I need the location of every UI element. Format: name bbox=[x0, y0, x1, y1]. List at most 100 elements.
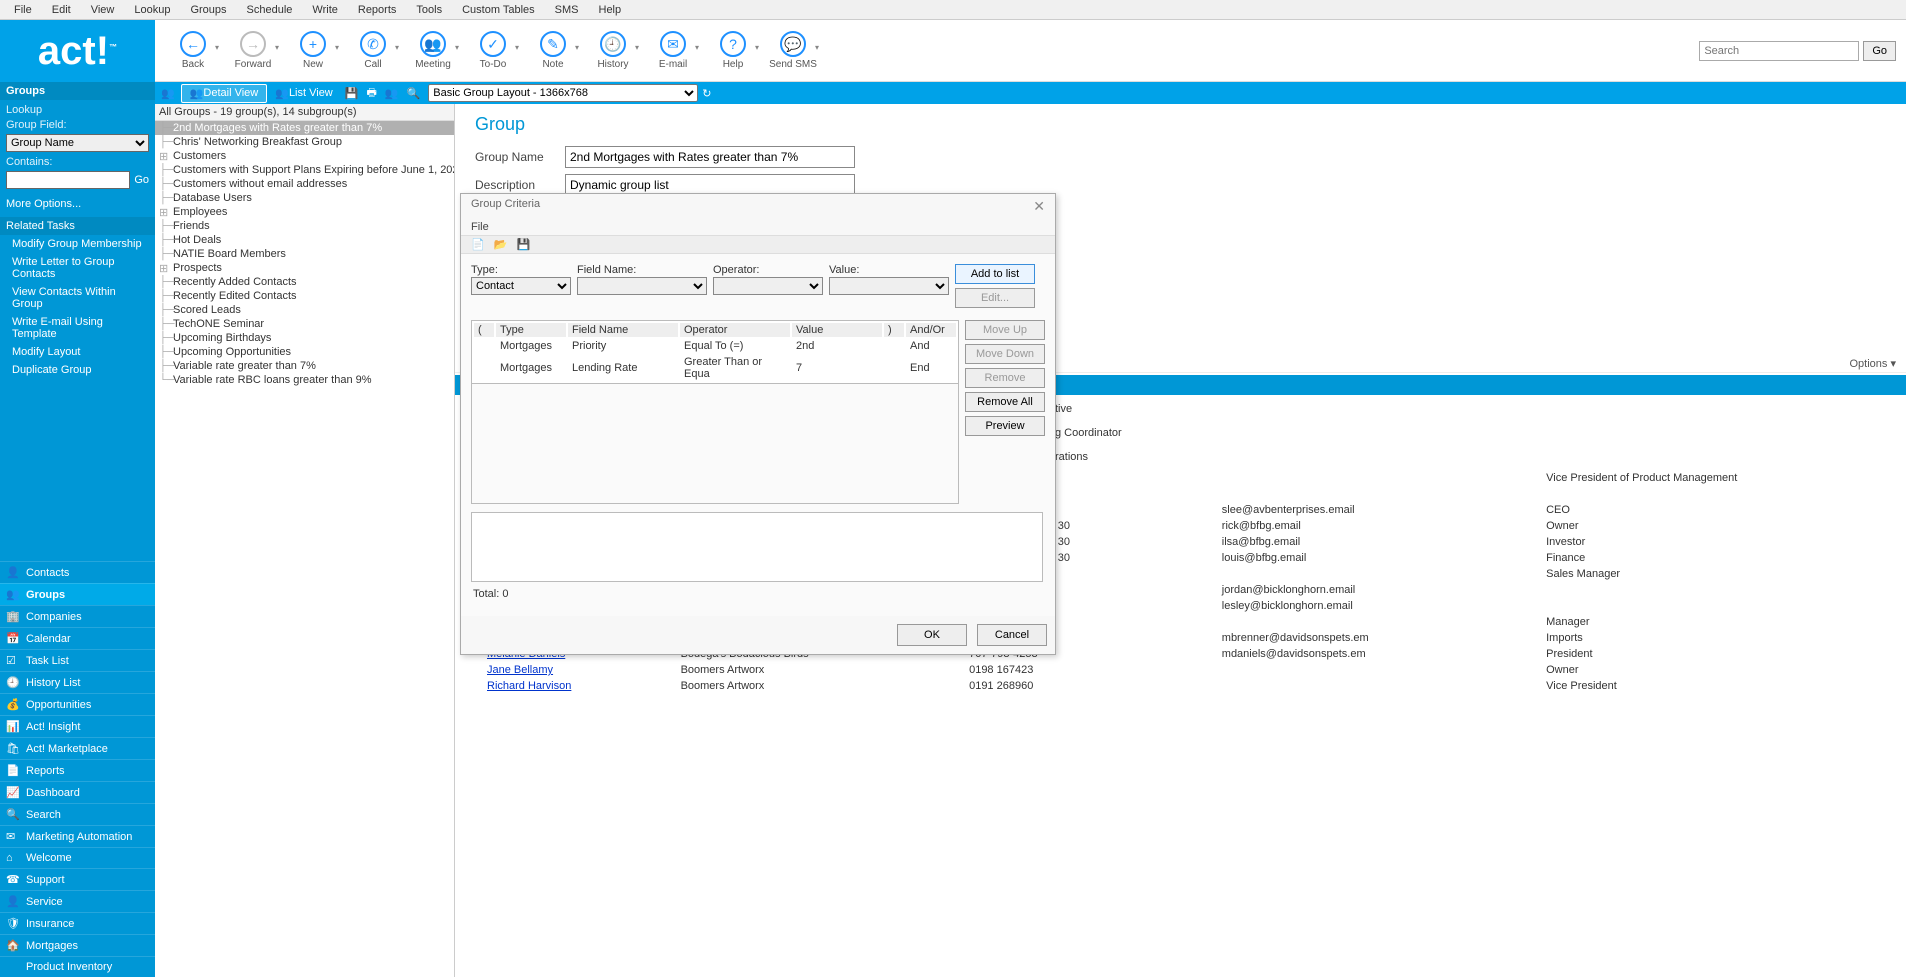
nav-insurance[interactable]: 🛡Insurance bbox=[0, 912, 155, 934]
nav-mortgages[interactable]: 🏠Mortgages bbox=[0, 934, 155, 956]
detail-view-button[interactable]: 👥 Detail View bbox=[181, 84, 268, 103]
menu-write[interactable]: Write bbox=[302, 2, 347, 17]
nav-welcome[interactable]: ⌂Welcome bbox=[0, 847, 155, 868]
close-icon[interactable]: ✕ bbox=[1033, 198, 1045, 215]
nav-contacts[interactable]: 👤Contacts bbox=[0, 561, 155, 583]
nav-groups[interactable]: 👥Groups bbox=[0, 583, 155, 605]
nav-opportunities[interactable]: 💰Opportunities bbox=[0, 693, 155, 715]
refresh-icon[interactable]: ↻ bbox=[702, 87, 711, 100]
task-view-contacts-within-group[interactable]: View Contacts Within Group bbox=[0, 283, 155, 313]
open-file-icon[interactable]: 📂 bbox=[494, 239, 508, 251]
move-up-button[interactable]: Move Up bbox=[965, 320, 1045, 340]
toolbar-history-button[interactable]: 🕘History▾ bbox=[585, 23, 641, 79]
nav-task-list[interactable]: ☑Task List bbox=[0, 649, 155, 671]
toolbar-note-button[interactable]: ✎Note▾ bbox=[525, 23, 581, 79]
search-input[interactable] bbox=[1699, 41, 1859, 61]
tree-item[interactable]: Scored Leads bbox=[155, 303, 454, 317]
menu-edit[interactable]: Edit bbox=[42, 2, 81, 17]
nav-search[interactable]: 🔍Search bbox=[0, 803, 155, 825]
menu-help[interactable]: Help bbox=[589, 2, 632, 17]
cancel-button[interactable]: Cancel bbox=[977, 624, 1047, 646]
toolbar-forward-button[interactable]: →Forward▾ bbox=[225, 23, 281, 79]
contains-input[interactable] bbox=[6, 171, 130, 189]
tree-item[interactable]: Customers without email addresses bbox=[155, 177, 454, 191]
groupfield-select[interactable]: Group Name bbox=[6, 134, 149, 152]
task-write-e-mail-using-template[interactable]: Write E-mail Using Template bbox=[0, 313, 155, 343]
move-down-button[interactable]: Move Down bbox=[965, 344, 1045, 364]
toolbar-send-sms-button[interactable]: 💬Send SMS▾ bbox=[765, 23, 821, 79]
people-icon[interactable]: 👥 bbox=[385, 87, 399, 100]
toolbar-call-button[interactable]: ✆Call▾ bbox=[345, 23, 401, 79]
fieldname-select[interactable] bbox=[577, 277, 707, 295]
add-to-list-button[interactable]: Add to list bbox=[955, 264, 1035, 284]
task-duplicate-group[interactable]: Duplicate Group bbox=[0, 361, 155, 379]
preview-button[interactable]: Preview bbox=[965, 416, 1045, 436]
contains-go-button[interactable]: Go bbox=[134, 174, 149, 186]
tree-item[interactable]: Upcoming Birthdays bbox=[155, 331, 454, 345]
group-name-input[interactable] bbox=[565, 146, 855, 168]
save-icon[interactable]: 💾 bbox=[345, 87, 359, 100]
task-modify-group-membership[interactable]: Modify Group Membership bbox=[0, 235, 155, 253]
toolbar-new-button[interactable]: +New▾ bbox=[285, 23, 341, 79]
tree-item[interactable]: Database Users bbox=[155, 191, 454, 205]
tree-item[interactable]: Recently Edited Contacts bbox=[155, 289, 454, 303]
remove-button[interactable]: Remove bbox=[965, 368, 1045, 388]
menu-custom-tables[interactable]: Custom Tables bbox=[452, 2, 545, 17]
list-view-button[interactable]: 👥 List View bbox=[267, 85, 341, 102]
toolbar-to-do-button[interactable]: ✓To-Do▾ bbox=[465, 23, 521, 79]
task-modify-layout[interactable]: Modify Layout bbox=[0, 343, 155, 361]
toolbar-back-button[interactable]: ←Back▾ bbox=[165, 23, 221, 79]
nav-support[interactable]: ☎Support bbox=[0, 868, 155, 890]
operator-select[interactable] bbox=[713, 277, 823, 295]
contact-link[interactable]: Richard Harvison bbox=[487, 680, 571, 692]
nav-history-list[interactable]: 🕘History List bbox=[0, 671, 155, 693]
tree-item[interactable]: Friends bbox=[155, 219, 454, 233]
dialog-file-menu[interactable]: File bbox=[461, 219, 1055, 235]
remove-all-button[interactable]: Remove All bbox=[965, 392, 1045, 412]
contact-link[interactable]: Jane Bellamy bbox=[487, 664, 553, 676]
search-icon[interactable]: 🔍 bbox=[407, 87, 421, 100]
tree-item[interactable]: NATIE Board Members bbox=[155, 247, 454, 261]
criteria-row[interactable]: MortgagesPriorityEqual To (=)2ndAnd bbox=[474, 339, 956, 353]
menu-lookup[interactable]: Lookup bbox=[124, 2, 180, 17]
save-file-icon[interactable]: 💾 bbox=[517, 239, 531, 251]
tree-item[interactable]: Customers bbox=[155, 149, 454, 163]
menu-groups[interactable]: Groups bbox=[180, 2, 236, 17]
menu-sms[interactable]: SMS bbox=[545, 2, 589, 17]
menu-file[interactable]: File bbox=[4, 2, 42, 17]
tree-item[interactable]: 2nd Mortgages with Rates greater than 7% bbox=[155, 121, 454, 135]
contact-row[interactable]: Richard HarvisonBoomers Artworx0191 2689… bbox=[457, 679, 1904, 693]
ok-button[interactable]: OK bbox=[897, 624, 967, 646]
edit-button[interactable]: Edit... bbox=[955, 288, 1035, 308]
nav-product-inventory[interactable]: Product Inventory bbox=[0, 956, 155, 977]
nav-marketing-automation[interactable]: ✉Marketing Automation bbox=[0, 825, 155, 847]
menu-view[interactable]: View bbox=[81, 2, 125, 17]
toolbar-meeting-button[interactable]: 👥Meeting▾ bbox=[405, 23, 461, 79]
new-file-icon[interactable]: 📄 bbox=[471, 239, 485, 251]
nav-calendar[interactable]: 📅Calendar bbox=[0, 627, 155, 649]
menu-reports[interactable]: Reports bbox=[348, 2, 407, 17]
value-select[interactable] bbox=[829, 277, 949, 295]
tree-item[interactable]: Employees bbox=[155, 205, 454, 219]
tree-item[interactable]: Upcoming Opportunities bbox=[155, 345, 454, 359]
type-select[interactable]: Contact bbox=[471, 277, 571, 295]
layout-select[interactable]: Basic Group Layout - 1366x768 bbox=[428, 84, 698, 102]
nav-act-marketplace[interactable]: 🛍Act! Marketplace bbox=[0, 737, 155, 759]
nav-act-insight[interactable]: 📊Act! Insight bbox=[0, 715, 155, 737]
tree-item[interactable]: Prospects bbox=[155, 261, 454, 275]
nav-reports[interactable]: 📄Reports bbox=[0, 759, 155, 781]
nav-service[interactable]: 👤Service bbox=[0, 890, 155, 912]
toolbar-e-mail-button[interactable]: ✉E-mail▾ bbox=[645, 23, 701, 79]
toolbar-help-button[interactable]: ?Help▾ bbox=[705, 23, 761, 79]
more-options-link[interactable]: More Options... bbox=[6, 195, 149, 213]
menu-schedule[interactable]: Schedule bbox=[237, 2, 303, 17]
tree-item[interactable]: Chris' Networking Breakfast Group bbox=[155, 135, 454, 149]
tree-item[interactable]: Recently Added Contacts bbox=[155, 275, 454, 289]
criteria-row[interactable]: MortgagesLending RateGreater Than or Equ… bbox=[474, 355, 956, 381]
tree-item[interactable]: Variable rate greater than 7% bbox=[155, 359, 454, 373]
search-go-button[interactable]: Go bbox=[1863, 41, 1896, 61]
tree-item[interactable]: TechONE Seminar bbox=[155, 317, 454, 331]
contact-row[interactable]: Jane BellamyBoomers Artworx0198 167423Ow… bbox=[457, 663, 1904, 677]
nav-companies[interactable]: 🏢Companies bbox=[0, 605, 155, 627]
menu-tools[interactable]: Tools bbox=[406, 2, 452, 17]
